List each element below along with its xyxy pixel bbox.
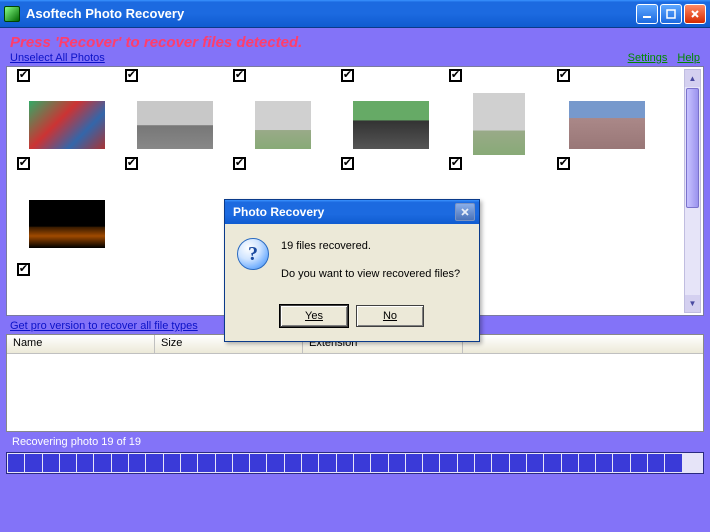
- progress-segment: [250, 454, 266, 472]
- checkbox-icon[interactable]: ✔: [125, 157, 138, 170]
- scrollbar[interactable]: ▲ ▼: [684, 69, 701, 313]
- minimize-button[interactable]: [636, 4, 658, 24]
- progress-segment: [648, 454, 664, 472]
- progress-segment: [337, 454, 353, 472]
- checkbox-icon[interactable]: ✔: [341, 157, 354, 170]
- dialog-line1: 19 files recovered.: [281, 238, 460, 256]
- progress-segment: [267, 454, 283, 472]
- progress-segment: [613, 454, 629, 472]
- close-button[interactable]: [684, 4, 706, 24]
- progress-segment: [198, 454, 214, 472]
- thumb-cell[interactable]: ✔ ✔: [11, 69, 119, 174]
- thumb-cell[interactable]: ✔ ✔: [335, 69, 443, 174]
- checkbox-icon[interactable]: ✔: [17, 157, 30, 170]
- progress-segment: [60, 454, 76, 472]
- column-spacer: [463, 335, 703, 353]
- thumbnail-image: [137, 101, 213, 149]
- checkbox-icon[interactable]: ✔: [449, 69, 462, 82]
- dialog-close-button[interactable]: [455, 203, 475, 221]
- thumbnail-image: [473, 93, 525, 155]
- thumb-cell[interactable]: ✔ ✔: [227, 69, 335, 174]
- thumb-cell[interactable]: ✔: [11, 174, 119, 294]
- titlebar: Asoftech Photo Recovery: [0, 0, 710, 28]
- thumbnail-image: [353, 101, 429, 149]
- progress-segment: [233, 454, 249, 472]
- scroll-thumb[interactable]: [686, 88, 699, 208]
- checkbox-icon[interactable]: ✔: [17, 69, 30, 82]
- progress-segment: [146, 454, 162, 472]
- dialog-title: Photo Recovery: [233, 205, 455, 219]
- progress-segment: [665, 454, 681, 472]
- dialog-titlebar: Photo Recovery: [225, 200, 479, 224]
- progress-segment: [25, 454, 41, 472]
- progress-segment: [510, 454, 526, 472]
- progress-segment: [94, 454, 110, 472]
- progress-segment: [129, 454, 145, 472]
- thumb-cell[interactable]: ✔ ✔: [119, 69, 227, 174]
- checkbox-icon[interactable]: ✔: [557, 157, 570, 170]
- help-link[interactable]: Help: [677, 52, 700, 64]
- progress-segment: [440, 454, 456, 472]
- progress-segment: [631, 454, 647, 472]
- progress-segment: [371, 454, 387, 472]
- progress-segment: [492, 454, 508, 472]
- progress-segment: [562, 454, 578, 472]
- checkbox-icon[interactable]: ✔: [233, 69, 246, 82]
- checkbox-icon[interactable]: ✔: [233, 157, 246, 170]
- checkbox-icon[interactable]: ✔: [17, 263, 30, 276]
- progress-segment: [579, 454, 595, 472]
- column-name[interactable]: Name: [7, 335, 155, 353]
- progress-segment: [406, 454, 422, 472]
- pro-version-link[interactable]: Get pro version to recover all file type…: [10, 320, 198, 332]
- thumbnail-image: [29, 101, 105, 149]
- window-title: Asoftech Photo Recovery: [26, 6, 636, 21]
- thumbnail-image: [29, 200, 105, 248]
- progress-segment: [354, 454, 370, 472]
- progress-segment: [77, 454, 93, 472]
- progress-segment: [389, 454, 405, 472]
- instruction-text: Press 'Recover' to recover files detecte…: [10, 34, 704, 51]
- question-icon: ?: [237, 238, 269, 270]
- yes-button[interactable]: Yes: [280, 305, 348, 327]
- app-icon: [4, 6, 20, 22]
- progress-segment: [285, 454, 301, 472]
- checkbox-icon[interactable]: ✔: [449, 157, 462, 170]
- checkbox-icon[interactable]: ✔: [125, 69, 138, 82]
- progress-segment: [475, 454, 491, 472]
- maximize-button[interactable]: [660, 4, 682, 24]
- dialog-line2: Do you want to view recovered files?: [281, 266, 460, 284]
- scroll-down-arrow[interactable]: ▼: [685, 295, 700, 312]
- progress-segment: [544, 454, 560, 472]
- dialog-message: 19 files recovered. Do you want to view …: [281, 238, 460, 293]
- thumbnail-image: [255, 101, 311, 149]
- thumb-cell[interactable]: ✔ ✔: [443, 69, 551, 174]
- progress-segment: [423, 454, 439, 472]
- dialog: Photo Recovery ? 19 files recovered. Do …: [224, 199, 480, 342]
- progress-segment: [216, 454, 232, 472]
- checkbox-icon[interactable]: ✔: [557, 69, 570, 82]
- thumbnail-image: [569, 101, 645, 149]
- progress-segment: [164, 454, 180, 472]
- status-text: Recovering photo 19 of 19: [12, 436, 702, 448]
- scroll-track[interactable]: [685, 88, 700, 294]
- progress-segment: [319, 454, 335, 472]
- progress-segment: [302, 454, 318, 472]
- progress-segment: [181, 454, 197, 472]
- progress-segment: [8, 454, 24, 472]
- progress-bar: [6, 452, 704, 474]
- checkbox-icon[interactable]: ✔: [341, 69, 354, 82]
- progress-segment: [112, 454, 128, 472]
- file-table: Name Size Extension: [6, 334, 704, 432]
- thumb-cell[interactable]: ✔ ✔: [551, 69, 659, 174]
- scroll-up-arrow[interactable]: ▲: [685, 70, 700, 87]
- progress-segment: [458, 454, 474, 472]
- progress-segment: [527, 454, 543, 472]
- progress-segment: [596, 454, 612, 472]
- progress-segment: [43, 454, 59, 472]
- unselect-all-link[interactable]: Unselect All Photos: [10, 52, 105, 64]
- settings-link[interactable]: Settings: [628, 52, 668, 64]
- no-button[interactable]: No: [356, 305, 424, 327]
- progress-segment: [683, 454, 699, 472]
